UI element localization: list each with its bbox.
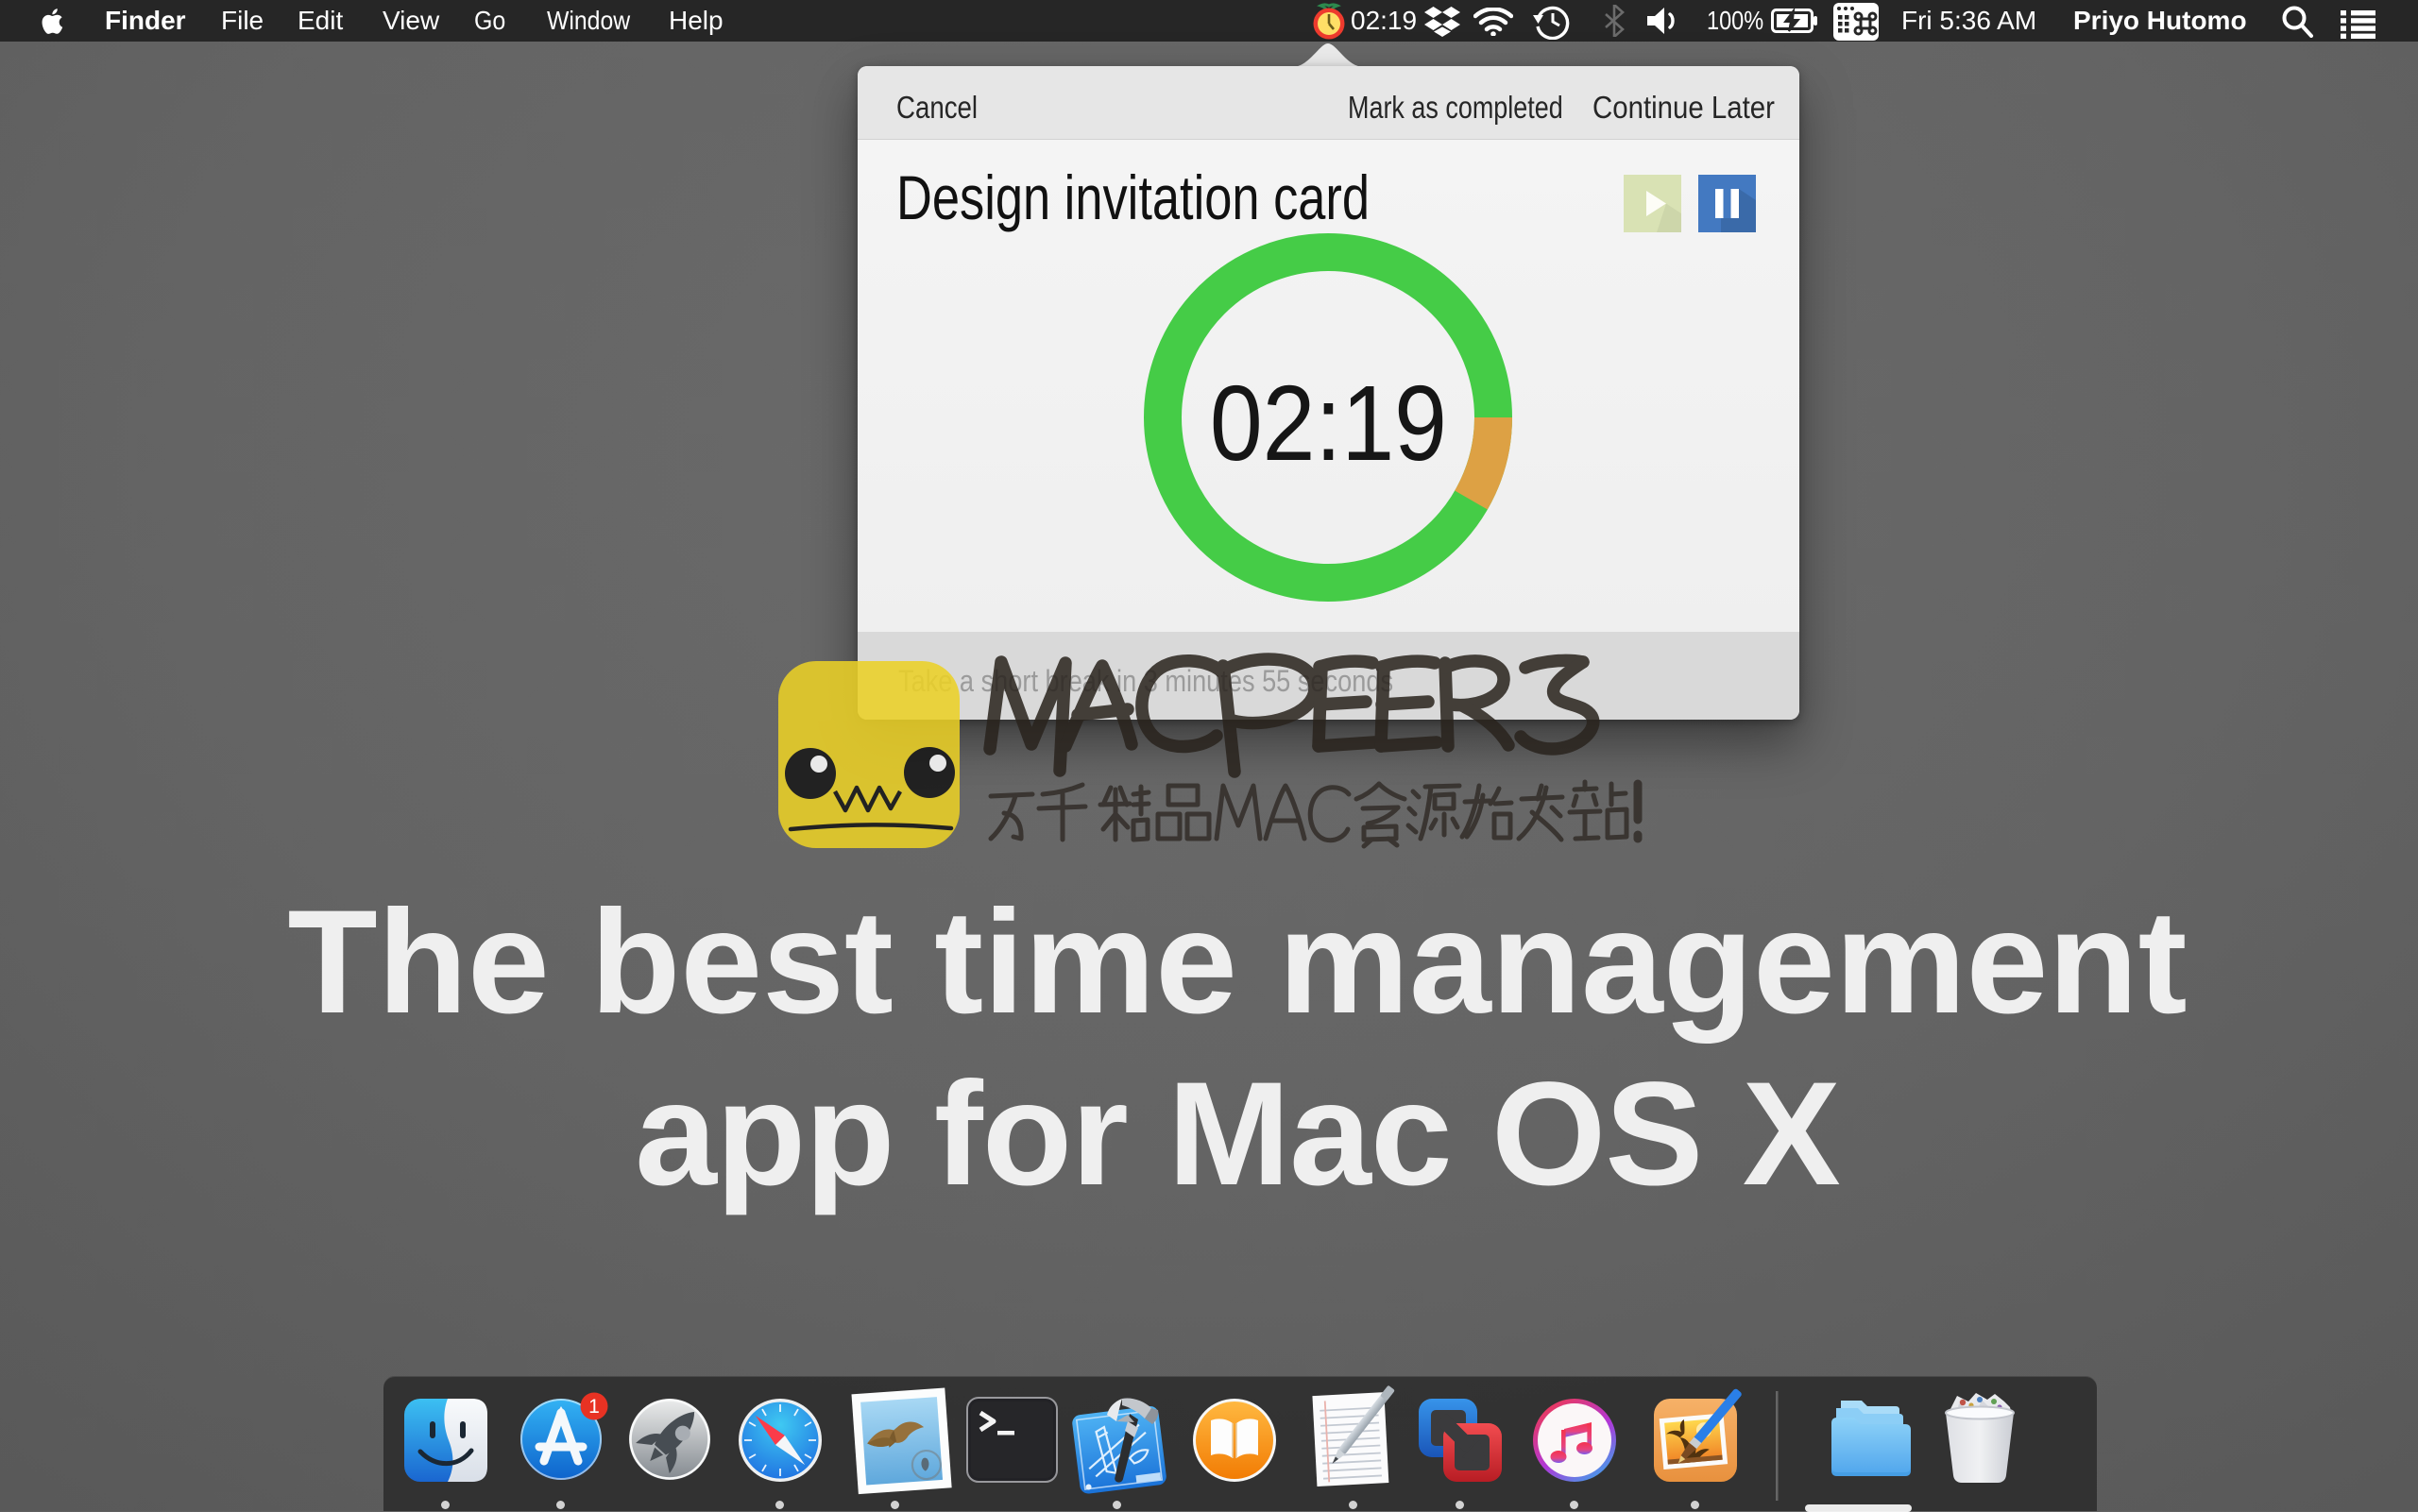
svg-text:1: 1 (588, 1396, 600, 1418)
